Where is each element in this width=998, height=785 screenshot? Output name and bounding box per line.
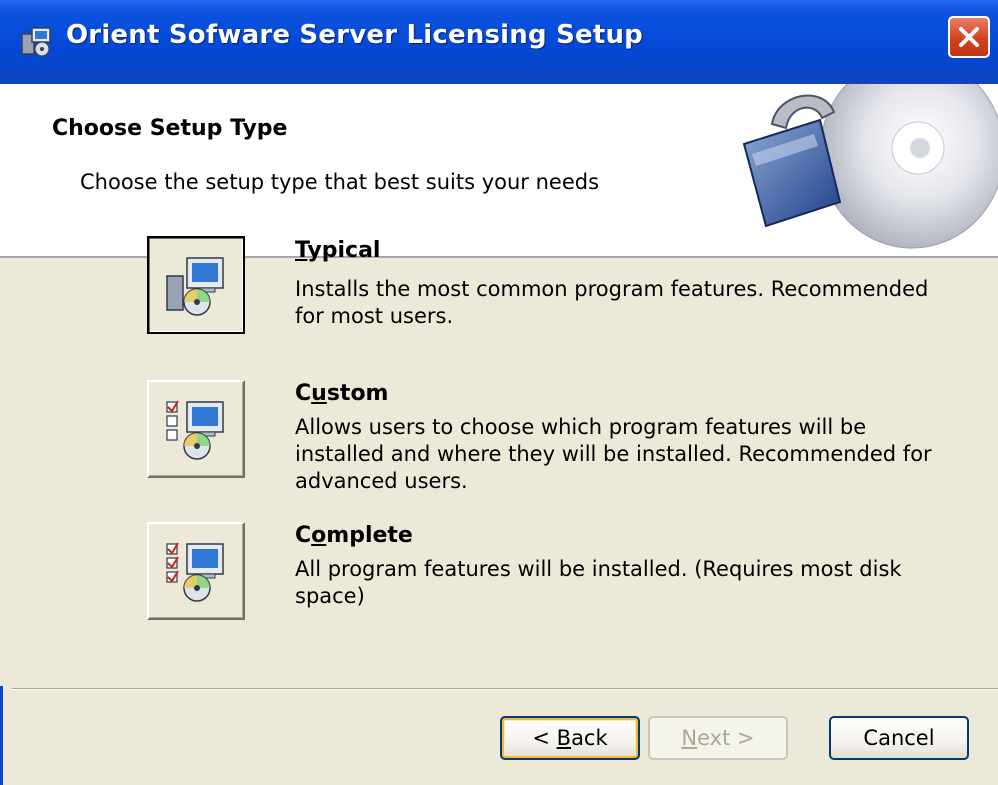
complete-label: Complete — [295, 523, 413, 548]
custom-button[interactable] — [147, 380, 245, 478]
close-button[interactable] — [948, 16, 990, 58]
typical-description: Installs the most common program feature… — [295, 277, 929, 328]
typical-setup-icon — [166, 257, 224, 316]
page-subtitle: Choose the setup type that best suits yo… — [80, 170, 600, 194]
next-button-label: Next > — [681, 726, 755, 750]
padlock-cd-icon — [742, 84, 998, 249]
custom-description: Allows users to choose which program fea… — [295, 415, 932, 493]
back-button[interactable]: < Back — [500, 716, 640, 760]
header-banner: Choose Setup Type Choose the setup type … — [0, 84, 998, 258]
typical-label: Typical — [295, 238, 381, 263]
complete-description: All program features will be installed. … — [295, 557, 902, 608]
footer-divider — [12, 688, 998, 690]
title-bar[interactable]: Orient Sofware Server Licensing Setup — [0, 0, 998, 84]
custom-label: Custom — [295, 381, 389, 406]
complete-setup-icon — [166, 542, 224, 602]
page-title: Choose Setup Type — [52, 116, 288, 141]
setup-window: Orient Sofware Server Licensing Setup Ch… — [0, 0, 998, 785]
installer-icon — [20, 24, 54, 58]
complete-button[interactable] — [147, 522, 245, 620]
typical-button[interactable] — [147, 236, 245, 334]
cancel-button[interactable]: Cancel — [829, 716, 969, 760]
close-icon — [959, 27, 979, 47]
custom-setup-icon — [166, 400, 224, 460]
next-button[interactable]: Next > — [648, 716, 788, 760]
back-button-label: < Back — [532, 726, 608, 750]
window-title: Orient Sofware Server Licensing Setup — [66, 20, 643, 50]
